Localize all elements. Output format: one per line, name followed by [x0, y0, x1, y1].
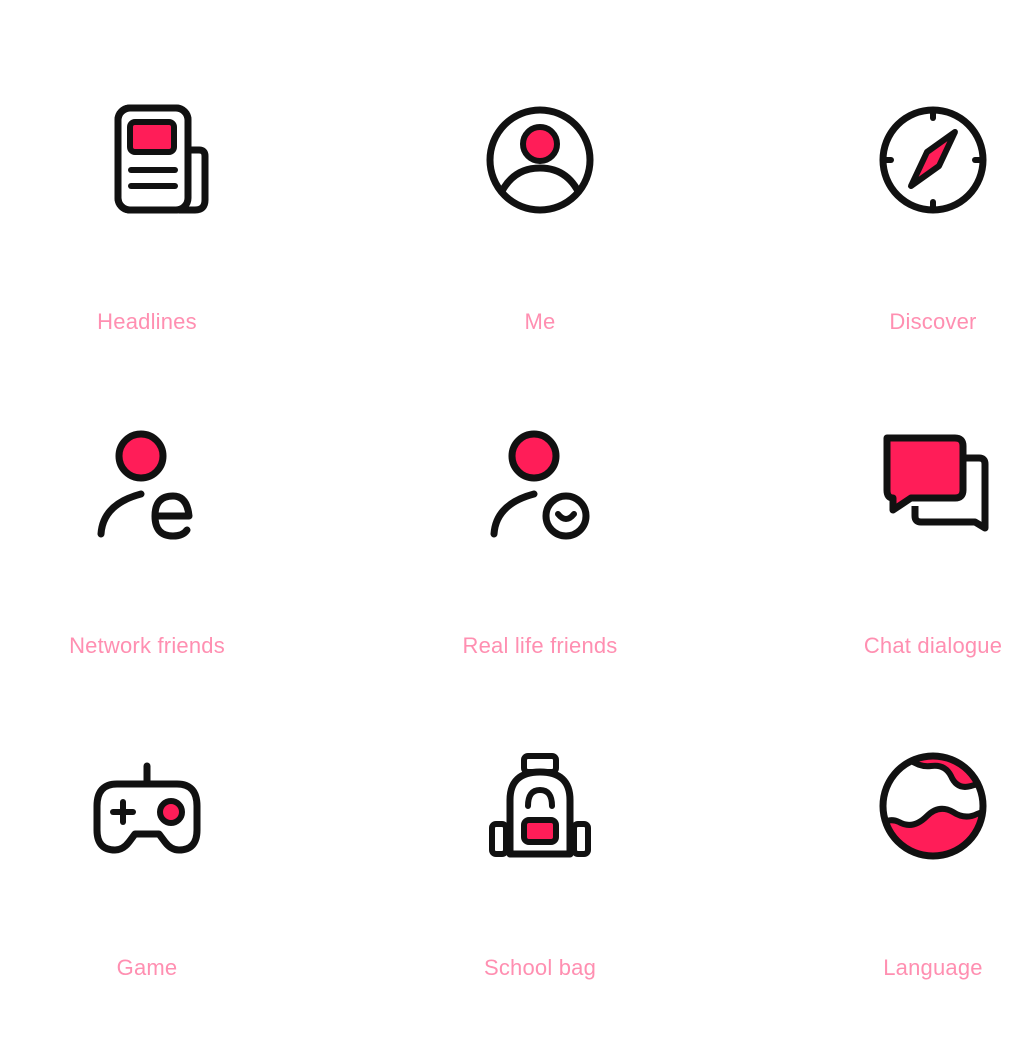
- chat-bubbles-icon: [873, 424, 993, 544]
- icon-label: School bag: [483, 955, 597, 980]
- icon-label: Real life friends: [462, 633, 618, 658]
- icon-item-chat-dialogue[interactable]: Chat dialogue: [803, 424, 1010, 659]
- icon-label: Language: [883, 955, 983, 980]
- icon-label: Chat dialogue: [863, 633, 1003, 658]
- icon-label: Network friends: [69, 633, 225, 658]
- icon-item-game[interactable]: Game: [17, 746, 277, 981]
- icon-item-network-friends[interactable]: Network friends: [17, 424, 277, 659]
- icon-item-headlines[interactable]: Headlines: [17, 100, 277, 335]
- newspaper-icon: [87, 100, 209, 220]
- icon-item-language[interactable]: Language: [803, 746, 1010, 981]
- icon-item-discover[interactable]: Discover: [803, 100, 1010, 335]
- real-friend-icon: [480, 424, 600, 544]
- backpack-icon: [480, 746, 600, 866]
- icon-label: Game: [116, 955, 178, 980]
- icon-label: Headlines: [97, 309, 197, 334]
- icon-label: Me: [524, 309, 556, 334]
- user-circle-icon: [480, 100, 600, 220]
- icon-item-real-life-friends[interactable]: Real life friends: [410, 424, 670, 659]
- icon-item-school-bag[interactable]: School bag: [410, 746, 670, 981]
- compass-icon: [873, 100, 993, 220]
- globe-icon: [873, 746, 993, 866]
- gamepad-icon: [87, 746, 207, 866]
- network-friend-icon: [87, 424, 207, 544]
- icon-label: Discover: [889, 309, 977, 334]
- icon-item-me[interactable]: Me: [410, 100, 670, 335]
